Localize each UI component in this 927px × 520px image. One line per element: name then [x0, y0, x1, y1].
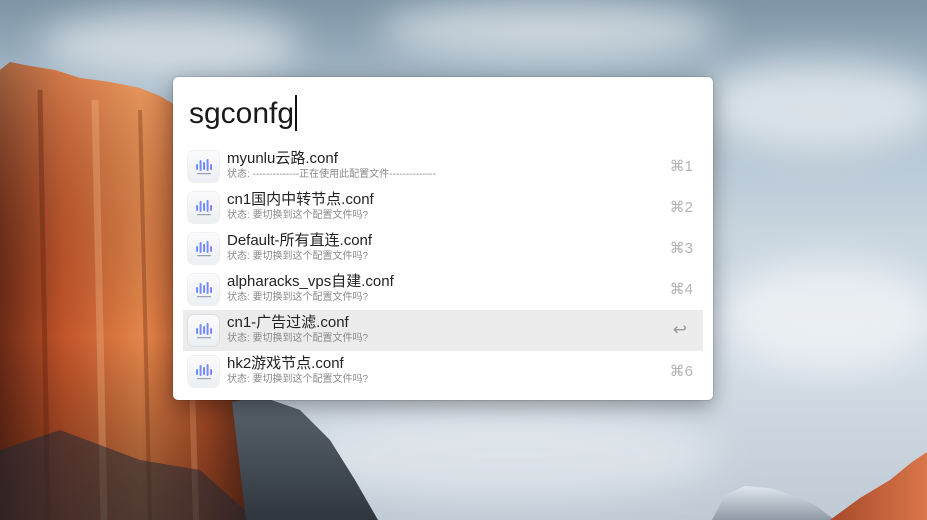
result-item[interactable]: hk2游戏节点.conf 状态: 要切换到这个配置文件吗? ⌘6: [183, 351, 703, 392]
query-text: sgconfg: [189, 97, 295, 130]
result-subtitle: 状态: --------------正在使用此配置文件-------------…: [227, 169, 436, 180]
query-bar: sgconfg: [173, 77, 713, 149]
result-item[interactable]: cn1国内中转节点.conf 状态: 要切换到这个配置文件吗? ⌘2: [183, 187, 703, 228]
result-title: cn1-广告过滤.conf: [227, 314, 349, 331]
result-shortcut: ⌘6: [669, 363, 693, 380]
surge-app-icon: [188, 233, 219, 264]
surge-app-icon: [188, 274, 219, 305]
surge-app-icon: [188, 192, 219, 223]
result-title: Default-所有直连.conf: [227, 232, 373, 249]
surge-app-icon: [188, 356, 219, 387]
results-list: myunlu云路.conf 状态: --------------正在使用此配置文…: [183, 146, 703, 392]
surge-app-icon: [188, 151, 219, 182]
result-subtitle: 状态: 要切换到这个配置文件吗?: [227, 374, 369, 385]
launcher-window: sgconfg myunlu云路.conf 状态: --------------…: [173, 77, 713, 400]
result-title: hk2游戏节点.conf: [227, 355, 344, 372]
result-subtitle: 状态: 要切换到这个配置文件吗?: [227, 333, 369, 344]
result-item[interactable]: Default-所有直连.conf 状态: 要切换到这个配置文件吗? ⌘3: [183, 228, 703, 269]
result-title: cn1国内中转节点.conf: [227, 191, 374, 208]
desktop-wallpaper: sgconfg myunlu云路.conf 状态: --------------…: [0, 0, 927, 520]
result-item[interactable]: myunlu云路.conf 状态: --------------正在使用此配置文…: [183, 146, 703, 187]
result-item[interactable]: alpharacks_vps自建.conf 状态: 要切换到这个配置文件吗? ⌘…: [183, 269, 703, 310]
result-title: alpharacks_vps自建.conf: [227, 273, 394, 290]
result-shortcut: ⌘4: [669, 281, 693, 298]
text-caret: [295, 95, 297, 132]
result-shortcut: ⌘2: [669, 199, 693, 216]
result-title: myunlu云路.conf: [227, 150, 338, 167]
result-shortcut: ⌘1: [669, 158, 693, 175]
return-key-icon: ↩: [672, 320, 687, 339]
query-input[interactable]: sgconfg: [189, 93, 297, 135]
result-subtitle: 状态: 要切换到这个配置文件吗?: [227, 292, 369, 303]
result-subtitle: 状态: 要切换到这个配置文件吗?: [227, 210, 369, 221]
result-item-selected[interactable]: cn1-广告过滤.conf 状态: 要切换到这个配置文件吗? ↩: [183, 310, 703, 351]
result-subtitle: 状态: 要切换到这个配置文件吗?: [227, 251, 369, 262]
result-shortcut: ⌘3: [669, 240, 693, 257]
surge-app-icon: [188, 315, 219, 346]
